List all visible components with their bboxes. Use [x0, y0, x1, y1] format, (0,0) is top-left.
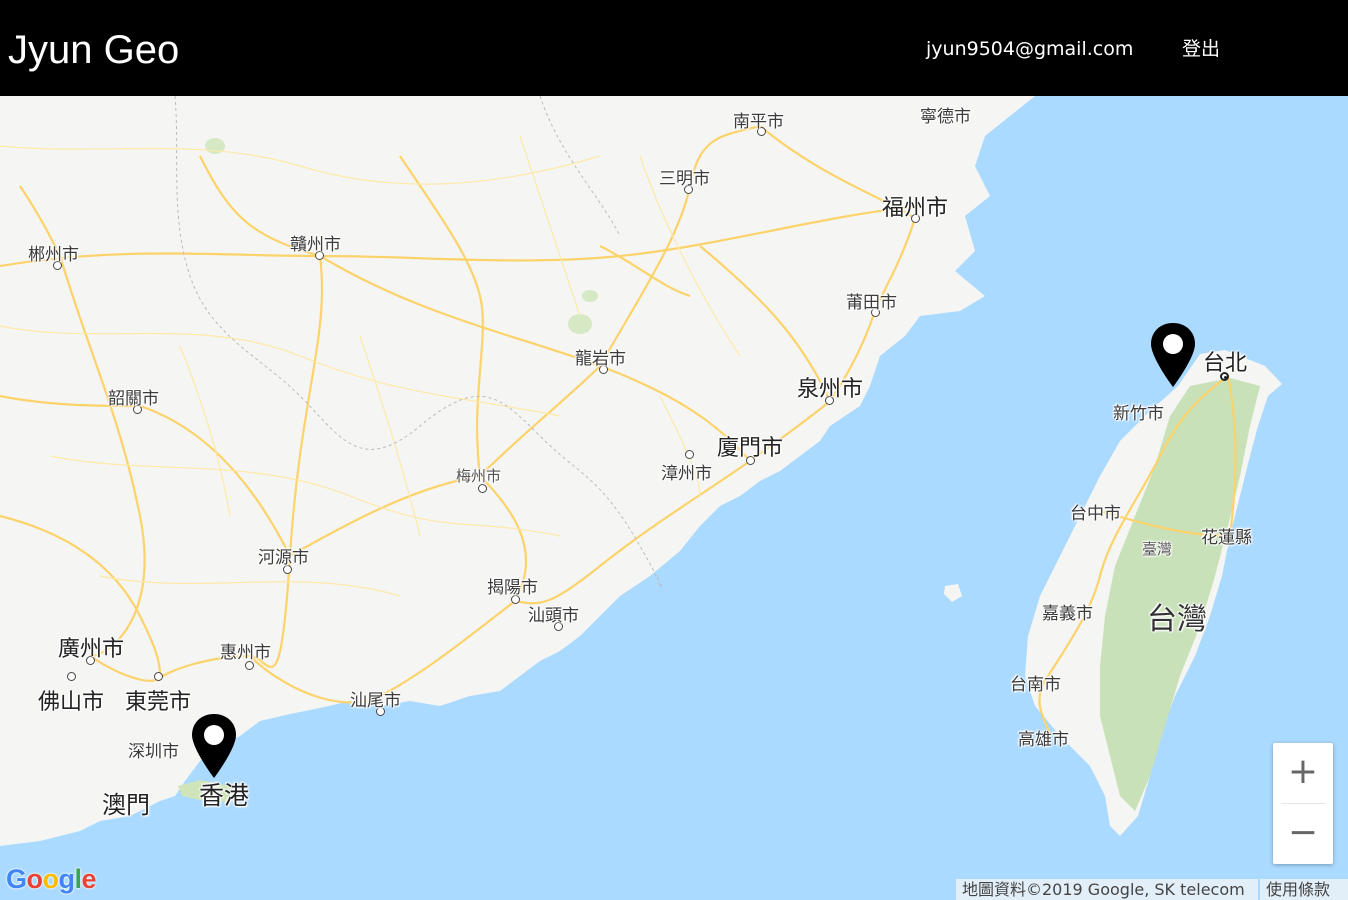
zoom-in-button[interactable]: +: [1273, 743, 1333, 803]
city-label-shaoguan: 韶關市: [108, 389, 159, 409]
user-email-link[interactable]: jyun9504@gmail.com: [926, 38, 1133, 60]
city-label-kaohsiung: 高雄市: [1018, 730, 1069, 750]
city-label-shanwei: 汕尾市: [350, 691, 401, 711]
city-label-heyuan: 河源市: [258, 548, 309, 568]
city-label-fuzhou: 福州市: [882, 196, 949, 221]
city-label-zhangzhou: 漳州市: [661, 464, 712, 484]
city-label-ningde: 寧德市: [920, 107, 971, 127]
city-label-hsinchu: 新竹市: [1113, 404, 1164, 424]
city-label-taipei: 台北: [1203, 351, 1248, 376]
city-label-macau: 澳門: [102, 791, 150, 819]
map-marker-icon-hongkong[interactable]: [189, 712, 239, 780]
city-label-huizhou: 惠州市: [220, 643, 271, 663]
city-label-ganzhou: 贛州市: [290, 235, 341, 255]
map-marker-icon-hsinchu[interactable]: [1148, 321, 1198, 389]
city-label-dongguan: 東莞市: [125, 690, 192, 715]
foshan-dot: [67, 672, 76, 681]
city-label-chenzhou: 郴州市: [28, 245, 79, 265]
city-label-taiwan: 台灣: [1147, 602, 1207, 637]
city-label-hualien: 花蓮縣: [1201, 528, 1252, 548]
terms-of-use-link[interactable]: 使用條款: [1260, 879, 1348, 900]
city-label-xiamen: 廈門市: [717, 436, 784, 461]
google-logo[interactable]: Google: [6, 864, 97, 895]
city-label-quanzhou: 泉州市: [797, 377, 864, 402]
city-label-jieyang: 揭陽市: [487, 578, 538, 598]
penghu-islands: [944, 584, 962, 602]
map-attribution: 地圖資料©2019 Google, SK telecom: [956, 879, 1258, 900]
top-navbar: Jyun Geo jyun9504@gmail.com 登出: [0, 0, 1348, 96]
brand-title[interactable]: Jyun Geo: [8, 28, 179, 72]
city-label-hongkong: 香港: [199, 781, 250, 810]
city-label-foshan: 佛山市: [38, 690, 105, 715]
dongguan-dot: [154, 672, 163, 681]
city-label-taichung: 台中市: [1070, 504, 1121, 524]
city-label-nanping: 南平市: [733, 112, 784, 132]
mainland-landmass: [0, 96, 1035, 846]
city-label-tainan: 台南市: [1010, 675, 1061, 695]
city-label-guangzhou: 廣州市: [58, 637, 125, 662]
city-label-longyan: 龍岩市: [575, 349, 626, 369]
city-label-putian: 莆田市: [846, 293, 897, 313]
zoom-control: + −: [1273, 743, 1333, 864]
map-canvas[interactable]: 寧德市 南平市 三明市 福州市 郴州市 贛州市 莆田市 龍岩市 泉州市 韶關市 …: [0, 96, 1348, 900]
city-label-meizhou: 梅州市: [456, 467, 502, 485]
zoom-out-button[interactable]: −: [1273, 804, 1333, 864]
city-label-sanming: 三明市: [659, 169, 710, 189]
city-label-taiwan-region: 臺灣: [1142, 540, 1173, 558]
logout-link[interactable]: 登出: [1182, 38, 1220, 60]
city-label-shantou: 汕頭市: [528, 606, 579, 626]
zhangzhou-dot: [685, 450, 694, 459]
city-label-shenzhen: 深圳市: [128, 742, 179, 762]
city-label-chiayi: 嘉義市: [1042, 604, 1093, 624]
